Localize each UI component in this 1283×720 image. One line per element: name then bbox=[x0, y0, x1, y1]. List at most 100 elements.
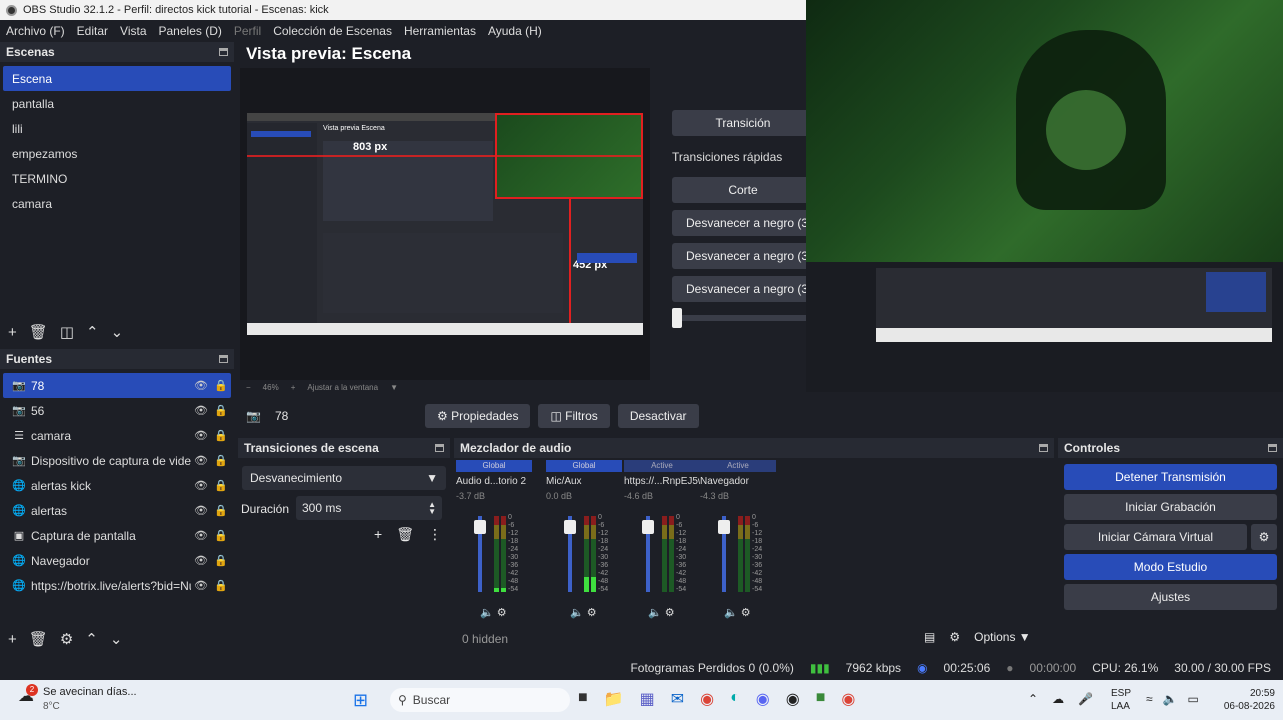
menu-vista[interactable]: Vista bbox=[114, 24, 152, 38]
remove-source-icon[interactable]: 🗑 bbox=[29, 630, 48, 648]
undock-icon[interactable] bbox=[219, 48, 228, 56]
undock-icon[interactable] bbox=[435, 444, 444, 452]
cut-button[interactable]: Corte bbox=[672, 177, 814, 203]
source-item[interactable]: 🌐 alertas kick 👁 🔒 bbox=[3, 473, 231, 498]
scene-item-termino[interactable]: TERMINO bbox=[3, 166, 231, 191]
fade-button-1[interactable]: Desvanecer a negro (30 bbox=[672, 210, 814, 236]
speaker-icon[interactable]: 🔈 bbox=[648, 607, 662, 619]
source-item[interactable]: ▣ Captura de pantalla 👁 🔒 bbox=[3, 523, 231, 548]
battery-icon[interactable]: ▭ bbox=[1188, 692, 1199, 706]
volume-fader[interactable] bbox=[564, 516, 576, 592]
source-item[interactable]: 🌐 https://botrix.live/alerts?bid=Nu 👁 🔒 bbox=[3, 573, 231, 598]
eye-icon[interactable]: 👁 bbox=[191, 579, 211, 592]
lock-icon[interactable]: 🔒 bbox=[211, 554, 231, 567]
eye-icon[interactable]: 👁 bbox=[191, 404, 211, 417]
source-item[interactable]: 🌐 Navegador 👁 🔒 bbox=[3, 548, 231, 573]
options-button[interactable]: Options ▼ bbox=[974, 630, 1031, 644]
eye-icon[interactable]: 👁 bbox=[191, 379, 211, 392]
lock-icon[interactable]: 🔒 bbox=[211, 454, 231, 467]
undock-icon[interactable] bbox=[219, 355, 228, 363]
fader-knob[interactable] bbox=[718, 520, 730, 534]
edge-icon[interactable]: ◐ bbox=[730, 689, 740, 709]
source-item[interactable]: 📷 Dispositivo de captura de video 👁 🔒 bbox=[3, 448, 231, 473]
source-item[interactable]: 📷 56 👁 🔒 bbox=[3, 398, 231, 423]
lock-icon[interactable]: 🔒 bbox=[211, 379, 231, 392]
deactivate-button[interactable]: Desactivar bbox=[617, 404, 699, 428]
eye-icon[interactable]: 👁 bbox=[191, 529, 211, 542]
speaker-icon[interactable]: 🔈 bbox=[724, 607, 738, 619]
mixer-settings-icon[interactable]: ⚙ bbox=[497, 607, 507, 619]
mixer-settings-icon[interactable]: ⚙ bbox=[665, 607, 675, 619]
move-up-icon[interactable]: ⌃ bbox=[86, 323, 99, 341]
file-explorer-icon[interactable]: ■ bbox=[578, 689, 588, 709]
lock-icon[interactable]: 🔒 bbox=[211, 479, 231, 492]
mixer-settings-icon[interactable]: ⚙ bbox=[587, 607, 597, 619]
menu-perfil[interactable]: Perfil bbox=[228, 24, 267, 38]
teams-icon[interactable]: ▦ bbox=[640, 689, 655, 709]
source-item[interactable]: 🌐 alertas 👁 🔒 bbox=[3, 498, 231, 523]
lock-icon[interactable]: 🔒 bbox=[211, 579, 231, 592]
add-transition-icon[interactable]: + bbox=[374, 526, 382, 543]
source-settings-icon[interactable]: ⚙ bbox=[60, 630, 73, 648]
start-recording-button[interactable]: Iniciar Grabación bbox=[1064, 494, 1277, 520]
minecraft-icon[interactable]: ■ bbox=[816, 689, 826, 709]
channel-name[interactable]: https://...RnpEJ5w bbox=[624, 476, 700, 487]
fader-knob[interactable] bbox=[474, 520, 486, 534]
start-icon[interactable]: ⊞ bbox=[353, 690, 368, 711]
scene-item-escena[interactable]: Escena bbox=[3, 66, 231, 91]
chrome-icon[interactable]: ◉ bbox=[841, 689, 855, 709]
scene-item-lili[interactable]: lili bbox=[3, 116, 231, 141]
virtual-camera-button[interactable]: Iniciar Cámara Virtual bbox=[1064, 524, 1247, 550]
source-item[interactable]: ☰ camara 👁 🔒 bbox=[3, 423, 231, 448]
eye-icon[interactable]: 👁 bbox=[191, 554, 211, 567]
language-indicator[interactable]: ESP LAA bbox=[1111, 687, 1131, 713]
menu-paneles[interactable]: Paneles (D) bbox=[153, 24, 228, 38]
studio-mode-button[interactable]: Modo Estudio bbox=[1064, 554, 1277, 580]
clock[interactable]: 20:59 06-08-2026 bbox=[1215, 687, 1275, 713]
folder-icon[interactable]: 📁 bbox=[604, 689, 624, 709]
remove-scene-icon[interactable]: 🗑 bbox=[29, 323, 48, 341]
advanced-settings-icon[interactable]: ⚙ bbox=[949, 630, 960, 644]
remove-transition-icon[interactable]: 🗑 bbox=[396, 526, 414, 543]
preview-canvas[interactable]: Vista previa Escena 803 px 452 px bbox=[247, 113, 643, 335]
fader-knob[interactable] bbox=[564, 520, 576, 534]
eye-icon[interactable]: 👁 bbox=[191, 429, 211, 442]
lock-icon[interactable]: 🔒 bbox=[211, 504, 231, 517]
volume-fader[interactable] bbox=[474, 516, 486, 592]
scene-item-empezamos[interactable]: empezamos bbox=[3, 141, 231, 166]
speaker-icon[interactable]: 🔈 bbox=[480, 607, 494, 619]
zoom-in-button[interactable]: + bbox=[291, 383, 296, 392]
eye-icon[interactable]: 👁 bbox=[191, 504, 211, 517]
transition-select[interactable]: Desvanecimiento ▼ bbox=[242, 466, 446, 490]
properties-button[interactable]: ⚙ Propiedades bbox=[424, 404, 531, 428]
eye-icon[interactable]: 👁 bbox=[191, 454, 211, 467]
duration-spinbox[interactable]: 300 ms ▲ ▼ bbox=[296, 496, 442, 520]
move-down-icon[interactable]: ⌄ bbox=[111, 323, 124, 341]
source-item[interactable]: 📷 78 👁 🔒 bbox=[3, 373, 231, 398]
weather-title[interactable]: Se avecinan días... bbox=[43, 686, 137, 698]
wifi-icon[interactable]: ≈ bbox=[1146, 692, 1153, 706]
mixer-settings-icon[interactable]: ⚙ bbox=[741, 607, 751, 619]
volume-icon[interactable]: 🔈 bbox=[1163, 692, 1178, 706]
stop-stream-button[interactable]: Detener Transmisión bbox=[1064, 464, 1277, 490]
lock-icon[interactable]: 🔒 bbox=[211, 404, 231, 417]
more-options-icon[interactable]: ⋮ bbox=[428, 526, 442, 543]
channel-name[interactable]: Mic/Aux bbox=[546, 476, 622, 487]
filters-button[interactable]: ◫ Filtros bbox=[538, 404, 610, 428]
fit-dropdown-icon[interactable]: ▼ bbox=[390, 383, 398, 392]
chrome-icon[interactable]: ◉ bbox=[700, 689, 714, 709]
lock-icon[interactable]: 🔒 bbox=[211, 529, 231, 542]
menu-archivo[interactable]: Archivo (F) bbox=[0, 24, 71, 38]
eye-icon[interactable]: 👁 bbox=[191, 479, 211, 492]
discord-icon[interactable]: ◉ bbox=[756, 689, 770, 709]
fit-window-button[interactable]: Ajustar a la ventana bbox=[307, 383, 378, 392]
scene-filter-icon[interactable]: ◫ bbox=[60, 323, 74, 341]
menu-coleccion[interactable]: Colección de Escenas bbox=[267, 24, 398, 38]
tbar-handle[interactable] bbox=[672, 308, 682, 328]
zoom-out-button[interactable]: − bbox=[246, 383, 251, 392]
hidden-count[interactable]: 0 hidden bbox=[462, 632, 508, 646]
fade-button-2[interactable]: Desvanecer a negro (30 bbox=[672, 243, 814, 269]
fader-knob[interactable] bbox=[642, 520, 654, 534]
channel-name[interactable]: Navegador bbox=[700, 476, 776, 487]
volume-fader[interactable] bbox=[642, 516, 654, 592]
